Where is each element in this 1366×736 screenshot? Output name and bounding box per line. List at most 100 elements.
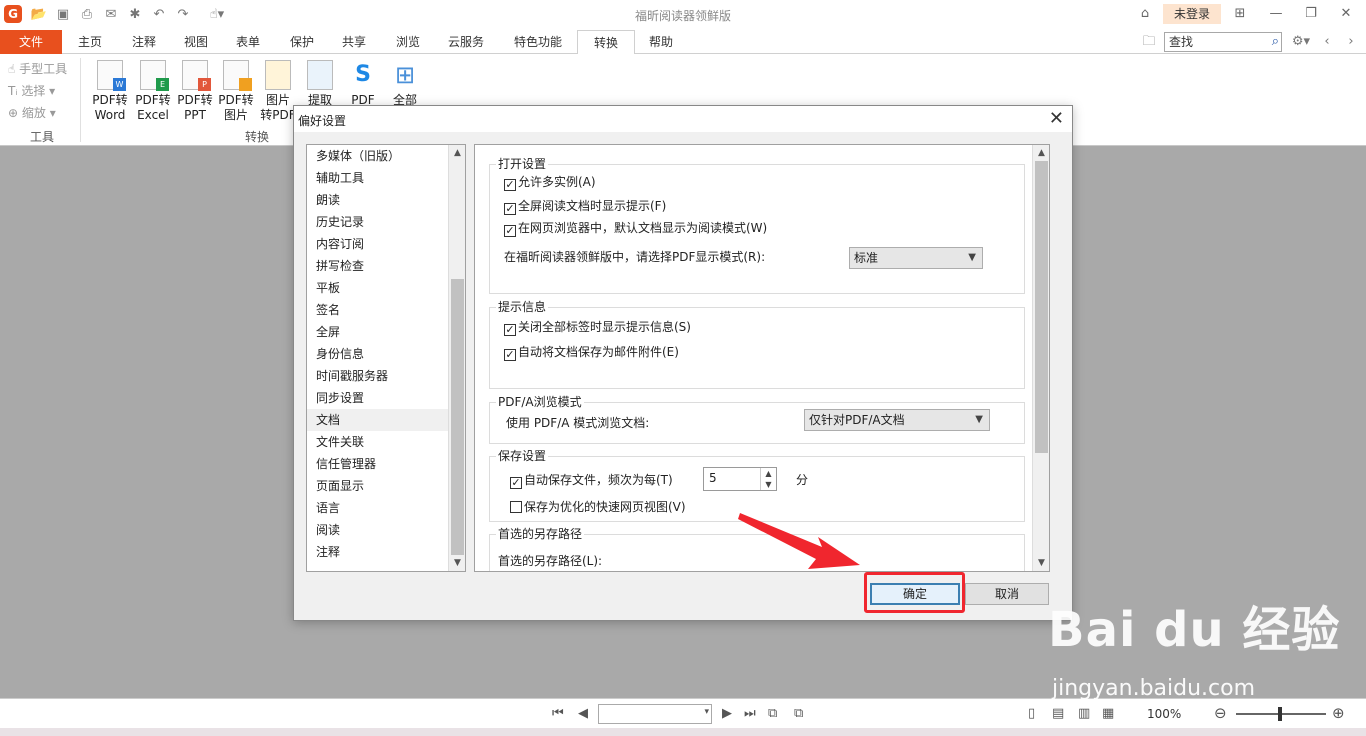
category-item[interactable]: 页面显示 [307,475,465,497]
category-item[interactable]: 身份信息 [307,343,465,365]
checkbox-checked[interactable]: ✓ [504,349,516,361]
pdf-to-word-button[interactable]: W PDF转 Word [90,60,130,123]
category-item[interactable]: 语言 [307,497,465,519]
tab-features[interactable]: 特色功能 [502,30,574,54]
redo-icon[interactable]: ↷ [174,6,192,24]
continuous-facing-icon[interactable]: ▦ [1102,706,1114,721]
category-item[interactable]: 同步设置 [307,387,465,409]
tab-form[interactable]: 表单 [224,30,272,54]
pdf-to-image-button[interactable]: PDF转 图片 [216,60,256,123]
prev-page-icon[interactable]: ◀ [578,706,588,721]
pdf-to-excel-button[interactable]: E PDF转 Excel [133,60,173,123]
save-attachment-checkbox[interactable]: ✓ 自动将文档保存为邮件附件(E) [504,344,679,361]
all-button[interactable]: ⊞ 全部 [385,60,425,108]
category-item[interactable]: 阅读 [307,519,465,541]
settings-scrollbar[interactable]: ▲ ▼ [1032,145,1049,571]
image-to-pdf-button[interactable]: 图片 转PDF [258,60,298,123]
continuous-page-icon[interactable]: ▤ [1052,706,1064,721]
checkbox-checked[interactable]: ✓ [504,225,516,237]
category-item[interactable]: 签名 [307,299,465,321]
new-icon[interactable]: ✱ [126,6,144,24]
category-item[interactable]: 历史记录 [307,211,465,233]
chevron-right-icon[interactable]: › [1342,33,1360,51]
dialog-close-icon[interactable]: ✕ [1049,108,1064,129]
single-page-icon[interactable]: ▯ [1028,706,1035,721]
category-item[interactable]: 信任管理器 [307,453,465,475]
category-item[interactable]: 时间戳服务器 [307,365,465,387]
next-view-icon[interactable]: ⧉ [794,706,803,721]
settings-gear-icon[interactable]: ⚙▾ [1288,33,1314,51]
display-mode-select[interactable]: 标准 ▼ [849,247,983,269]
search-icon[interactable]: ⌕ [1272,33,1279,51]
folder-icon[interactable]: 🗀 [1140,33,1158,51]
zoom-in-icon[interactable]: ⊕ [1332,704,1345,722]
checkbox-checked[interactable]: ✓ [504,179,516,191]
first-page-icon[interactable]: ⏮ [552,706,564,721]
layout-icon[interactable]: ⊞ [1230,5,1250,23]
category-item[interactable]: 平板 [307,277,465,299]
scroll-down-icon[interactable]: ▼ [1033,555,1049,571]
category-item[interactable]: 内容订阅 [307,233,465,255]
checkbox-checked[interactable]: ✓ [504,203,516,215]
pdf-tool-button[interactable]: S PDF [343,60,383,108]
open-icon[interactable]: 📂 [30,6,48,24]
hand-tool-dropdown-icon[interactable]: ☝▾ [200,6,234,24]
tab-share[interactable]: 共享 [330,30,378,54]
tab-help[interactable]: 帮助 [637,30,685,54]
category-item[interactable]: 文档 [307,409,465,431]
tab-comment[interactable]: 注释 [118,30,170,54]
last-page-icon[interactable]: ⏭ [744,706,756,721]
allow-multi-instance-checkbox[interactable]: ✓ 允许多实例(A) [504,174,596,191]
undo-icon[interactable]: ↶ [150,6,168,24]
scroll-down-icon[interactable]: ▼ [449,555,465,571]
email-icon[interactable]: ✉ [102,6,120,24]
app-logo[interactable]: G [4,5,22,23]
checkbox-checked[interactable]: ✓ [510,477,522,489]
tab-browse[interactable]: 浏览 [384,30,432,54]
page-dropdown-icon[interactable]: ▾ [704,707,709,717]
scroll-up-icon[interactable]: ▲ [449,145,465,161]
category-item[interactable]: 全屏 [307,321,465,343]
tab-protect[interactable]: 保护 [278,30,326,54]
tab-home[interactable]: 主页 [64,30,116,54]
pdf-to-ppt-button[interactable]: P PDF转 PPT [175,60,215,123]
save-icon[interactable]: ▣ [54,6,72,24]
category-list[interactable]: 多媒体（旧版） 辅助工具 朗读 历史记录 内容订阅 拼写检查 平板 签名 全屏 身份信息 时间戳服务… [306,144,466,572]
category-scrollbar[interactable]: ▲ ▼ [448,145,465,571]
category-item[interactable]: 朗读 [307,189,465,211]
minimize-button[interactable]: — [1266,5,1286,23]
browser-read-mode-checkbox[interactable]: ✓ 在网页浏览器中，默认文档显示为阅读模式(W) [504,220,767,237]
checkbox-unchecked[interactable] [510,501,522,513]
search-input[interactable]: 查找 ⌕ [1164,32,1282,52]
category-item[interactable]: 辅助工具 [307,167,465,189]
stepper-down-icon[interactable]: ▼ [760,479,776,490]
tab-cloud[interactable]: 云服务 [436,30,496,54]
scroll-thumb[interactable] [1035,161,1048,453]
extract-button[interactable]: 提取 [300,60,340,108]
print-icon[interactable]: ⎙ [78,6,96,24]
close-window-button[interactable]: ✕ [1336,5,1356,23]
fullscreen-tip-checkbox[interactable]: ✓ 全屏阅读文档时显示提示(F) [504,198,666,215]
tab-file[interactable]: 文件 [0,30,62,54]
category-item[interactable]: 多媒体（旧版） [307,145,465,167]
hand-tool-button[interactable]: ☝ 手型工具 [8,60,67,77]
login-button[interactable]: 未登录 [1163,4,1221,24]
stepper-up-icon[interactable]: ▲ [760,468,776,479]
tab-convert[interactable]: 转换 [577,30,635,55]
zoom-out-icon[interactable]: ⊖ [1214,704,1227,722]
category-item[interactable]: 拼写检查 [307,255,465,277]
cancel-button[interactable]: 取消 [965,583,1049,605]
pdfa-mode-select[interactable]: 仅针对PDF/A文档 ▼ [804,409,990,431]
zoom-slider-thumb[interactable] [1278,707,1282,721]
chevron-left-icon[interactable]: ‹ [1318,33,1336,51]
restore-button[interactable]: ❐ [1301,5,1321,23]
select-tool-button[interactable]: Tᵢ 选择 ▾ [8,82,55,99]
fast-web-view-checkbox[interactable]: 保存为优化的快速网页视图(V) [510,499,686,515]
zoom-tool-button[interactable]: ⊕ 缩放 ▾ [8,104,56,121]
checkbox-checked[interactable]: ✓ [504,324,516,336]
page-number-input[interactable]: ▾ [598,704,712,724]
skin-icon[interactable]: ⌂ [1135,5,1155,23]
scroll-thumb[interactable] [451,279,464,555]
close-tabs-tip-checkbox[interactable]: ✓ 关闭全部标签时显示提示信息(S) [504,319,691,336]
autosave-interval-stepper[interactable]: 5 ▲ ▼ [703,467,777,491]
